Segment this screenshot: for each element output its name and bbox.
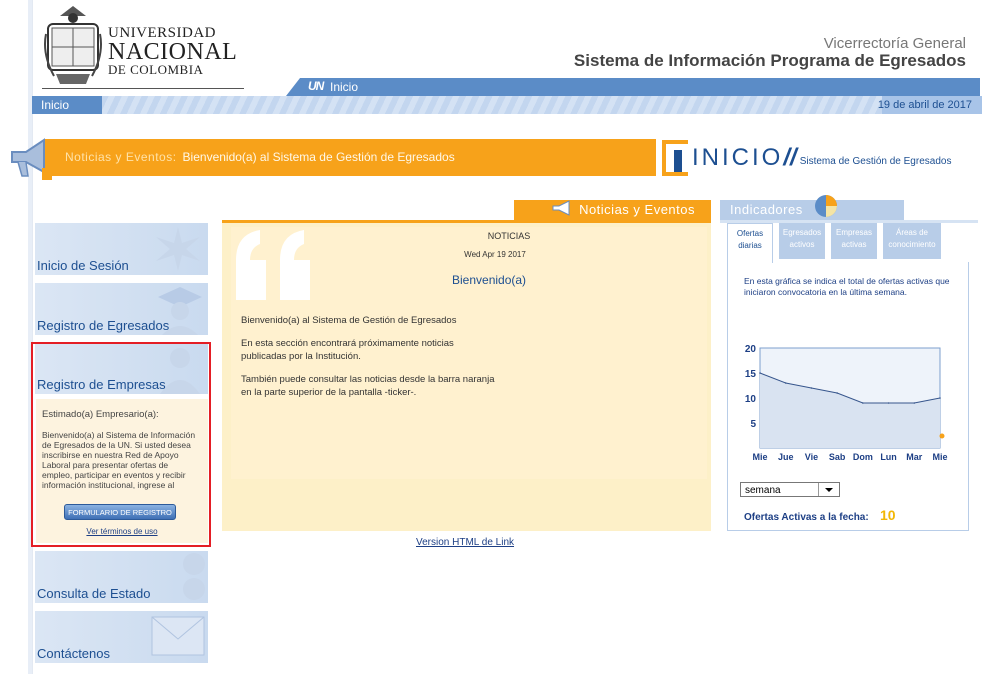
chart-xtick-label: Mar [906, 452, 923, 462]
chart-point [913, 402, 916, 404]
highlight-box [31, 342, 211, 547]
chart-point [836, 392, 838, 394]
chart-ytick-label: 5 [750, 419, 756, 430]
breadcrumb-inicio-link[interactable]: Inicio [32, 96, 102, 114]
nav-label: Consulta de Estado [37, 586, 151, 601]
ticker-message: Bienvenido(a) al Sistema de Gestión de E… [182, 150, 455, 164]
news-paragraph-1: Bienvenido(a) al Sistema de Gestión de E… [241, 315, 457, 326]
chart-point [862, 402, 864, 404]
news-title: NOTICIAS [487, 231, 531, 241]
university-seal [42, 4, 104, 88]
inicio-brand: INICIO // Sistema de Gestión de Egresado… [662, 138, 951, 178]
chart-ytick-label: 10 [745, 394, 757, 405]
nav-label: Contáctenos [37, 646, 110, 661]
indicator-tabs: Ofertas diarias Egresados activos Empres… [727, 223, 941, 263]
chart-xtick-label: Sab [829, 452, 846, 462]
chart-point [784, 382, 787, 384]
tab-megaphone-icon [551, 200, 573, 222]
period-select-value: semana [745, 485, 781, 496]
chart-xtick-label: Dom [853, 452, 873, 462]
chart-point [939, 397, 941, 399]
tab-noticias-label: Noticias y Eventos [579, 202, 695, 217]
nav-consulta-estado[interactable]: Consulta de Estado [35, 551, 208, 603]
nav-contactenos[interactable]: Contáctenos [35, 611, 208, 663]
envelope-icon [151, 616, 205, 656]
brand-slashes: // [783, 144, 797, 171]
tab-empresas-activas[interactable]: Empresas activas [831, 223, 877, 259]
system-title: Sistema de Información Programa de Egres… [573, 51, 966, 70]
chart-point [759, 372, 761, 374]
indicator-description: En esta gráfica se indica el total de of… [744, 276, 950, 297]
news-headline: Bienvenido(a) [452, 273, 527, 287]
chart-point [887, 402, 890, 404]
chart-xtick-label: Mie [932, 452, 947, 462]
quote-mark-icon [232, 230, 322, 305]
chart-xtick-label: Vie [805, 452, 818, 462]
tab-egresados-activos[interactable]: Egresados activos [779, 223, 825, 259]
chart-ytick-label: 15 [745, 369, 757, 380]
breadcrumb-stripes [102, 96, 882, 114]
chevron-down-icon [818, 483, 839, 496]
tab-indicadores-label: Indicadores [730, 202, 803, 217]
news-date: Wed Apr 19 2017 [464, 250, 526, 259]
tab-noticias[interactable]: Noticias y Eventos [514, 200, 711, 220]
news-paragraph-2: En esta sección encontrará próximamente … [241, 338, 454, 362]
news-paragraph-3: También puede consultar las noticias des… [241, 374, 495, 398]
nav-label: Inicio de Sesión [37, 258, 129, 273]
chart-marker-dot [939, 433, 945, 439]
version-html-link[interactable]: Version HTML de Link [416, 537, 514, 548]
current-date: 19 de abril de 2017 [877, 99, 972, 111]
vicerrectoria-label: Vicerrectoría General [823, 35, 966, 52]
ofertas-label: Ofertas Activas a la fecha: [744, 512, 869, 523]
brand-word: INICIO [692, 144, 784, 171]
university-line3: DE COLOMBIA [108, 62, 204, 77]
chart-point [810, 387, 813, 389]
asterisk-icon [156, 227, 200, 271]
nav-inicio-sesion[interactable]: Inicio de Sesión [35, 223, 208, 275]
tab-ofertas-diarias[interactable]: Ofertas diarias [727, 223, 773, 263]
ofertas-value: 10 [880, 507, 896, 523]
un-mark: UN [308, 79, 324, 93]
inicio-un-tab[interactable]: Inicio UN [286, 78, 980, 96]
inicio-un-label: Inicio [330, 80, 359, 94]
chart-xtick-label: Lun [880, 452, 897, 462]
left-stripe [0, 0, 33, 674]
status-lights-icon [183, 553, 205, 600]
pie-chart-icon [814, 194, 838, 223]
brand-subtitle: Sistema de Gestión de Egresados [799, 155, 952, 167]
ticker-label: Noticias y Eventos: [65, 150, 177, 164]
university-line2: NACIONAL [108, 39, 238, 65]
chart-ytick-label: 20 [745, 344, 757, 355]
nav-label: Registro de Egresados [37, 318, 170, 333]
tab-areas-conocimiento[interactable]: Áreas de conocimiento [883, 223, 941, 259]
chart-xtick-label: Mie [752, 452, 767, 462]
brand-bracket-icon [662, 140, 688, 176]
ofertas-chart: 5 10 15 20 Mie Jue Vie Sab Dom Lun Mar Mie [734, 338, 974, 468]
chart-xtick-label: Jue [778, 452, 794, 462]
news-ticker[interactable]: Noticias y Eventos: Bienvenido(a) al Sist… [45, 139, 656, 176]
logo-underline [42, 88, 244, 89]
news-body: Bienvenido(a) al Sistema de Gestión de E… [241, 314, 501, 409]
period-select[interactable]: semana [740, 482, 840, 497]
tab-indicadores[interactable]: Indicadores [720, 200, 904, 220]
nav-registro-egresados[interactable]: Registro de Egresados [35, 283, 208, 335]
